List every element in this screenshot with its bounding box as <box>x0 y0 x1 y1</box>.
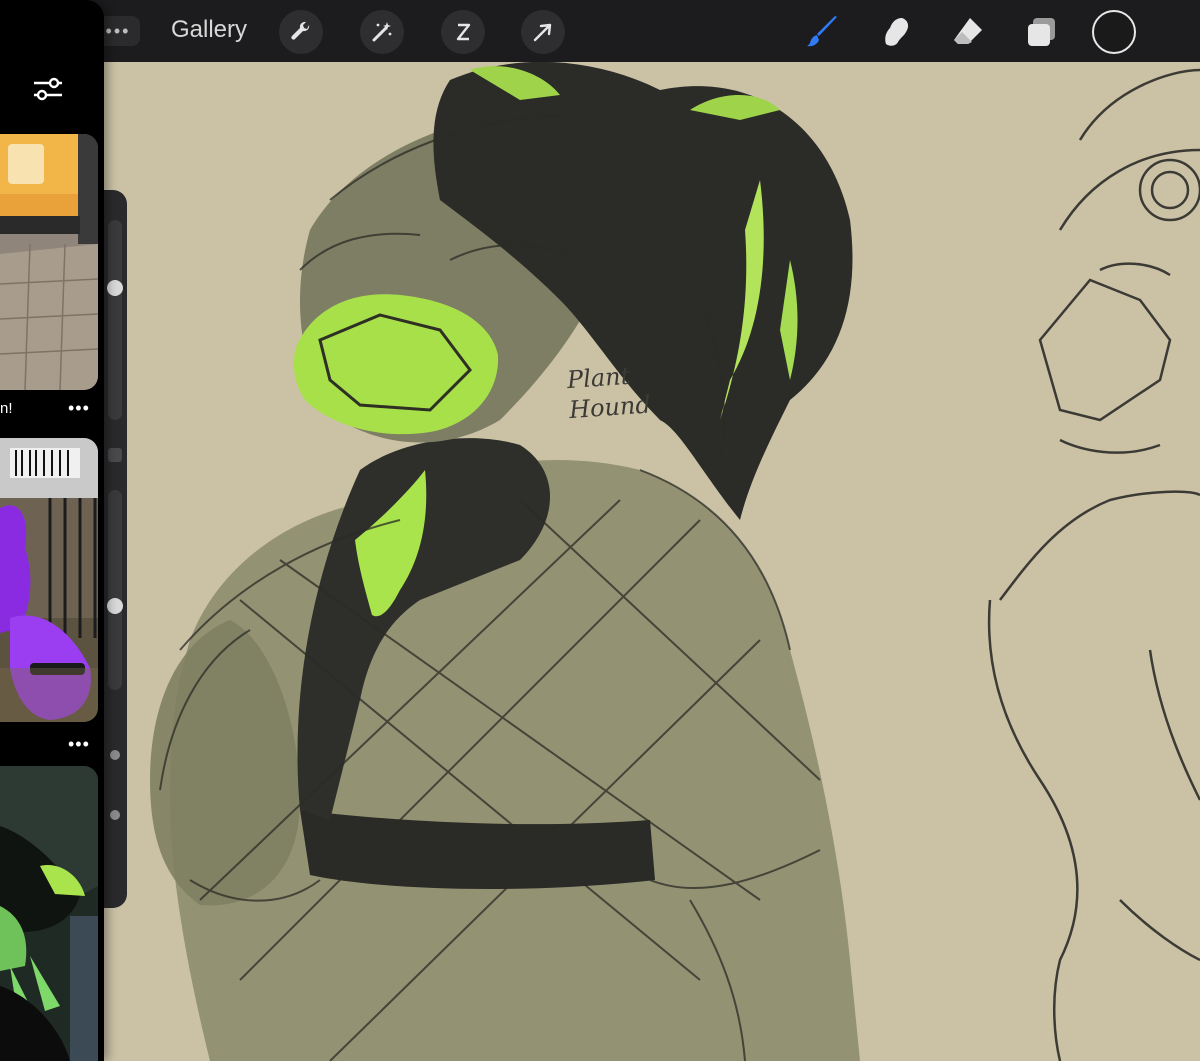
layers-button[interactable] <box>1019 10 1063 54</box>
post-more-button-2[interactable]: ••• <box>68 734 90 755</box>
smudge-icon <box>885 18 909 46</box>
redo-button[interactable] <box>110 810 120 820</box>
canvas-handwritten-note: Plant Hound <box>566 361 652 425</box>
brush-size-knob[interactable] <box>107 280 123 296</box>
selection-icon <box>456 23 471 41</box>
green-black-costume-photo <box>0 766 98 1061</box>
adjustments-button[interactable] <box>360 10 404 54</box>
brush-opacity-knob[interactable] <box>107 598 123 614</box>
post-more-button-1[interactable]: ••• <box>68 398 90 419</box>
purple-costume-photo <box>0 438 98 722</box>
post-image-3[interactable] <box>0 766 98 1061</box>
smudge-tool-button[interactable] <box>874 10 918 54</box>
sketch-artwork <box>150 61 1200 1061</box>
selection-button[interactable] <box>441 10 485 54</box>
post-image-2[interactable] <box>0 438 98 722</box>
transform-button[interactable] <box>521 10 565 54</box>
undo-button[interactable] <box>110 750 120 760</box>
post-caption-1: n! <box>0 400 13 417</box>
eraser-tool-button[interactable] <box>946 10 990 54</box>
brush-settings-sidebar <box>104 190 127 908</box>
brush-size-slider[interactable] <box>107 220 123 420</box>
magic-wand-icon <box>372 22 392 42</box>
drawing-canvas[interactable]: Plant Hound <box>0 0 1200 1061</box>
layers-icon <box>1028 18 1055 46</box>
transform-arrow-icon <box>533 23 552 42</box>
slide-over-app-panel: n! ••• ••• <box>0 0 104 1061</box>
color-picker-button[interactable] <box>1092 10 1136 54</box>
wrench-icon <box>291 21 310 40</box>
eraser-icon <box>954 18 982 44</box>
brush-opacity-slider[interactable] <box>107 490 123 690</box>
gallery-button[interactable]: Gallery <box>171 16 247 44</box>
brush-icon <box>807 16 837 47</box>
brush-tool-button[interactable] <box>801 10 845 54</box>
procreate-toolbar: ••• Gallery <box>0 0 1200 62</box>
post-image-1[interactable] <box>0 134 98 390</box>
sliders-icon[interactable] <box>30 74 66 104</box>
eyedropper-button[interactable] <box>108 448 122 462</box>
actions-button[interactable] <box>279 10 323 54</box>
street-poster-photo <box>0 134 98 390</box>
